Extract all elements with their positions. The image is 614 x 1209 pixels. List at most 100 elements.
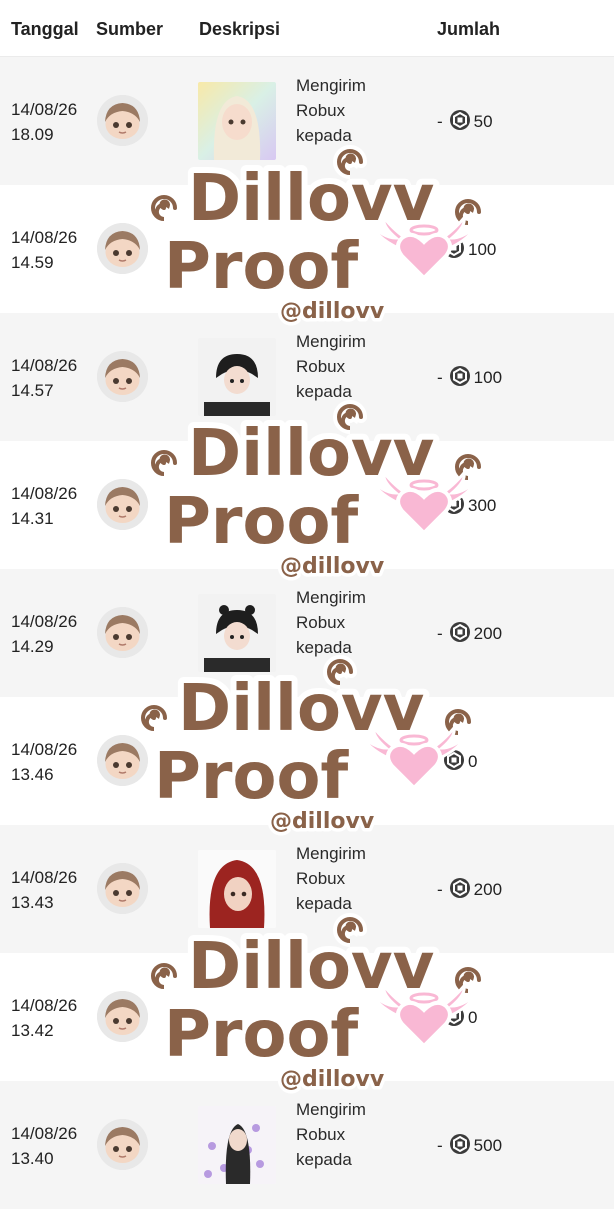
robux-icon <box>443 1005 465 1032</box>
header-amount: Jumlah <box>437 19 501 39</box>
source-avatar[interactable] <box>97 479 148 530</box>
amount-value: 500 <box>473 1136 503 1155</box>
amount-value: 200 <box>473 880 503 899</box>
description-line: Mengirim <box>296 588 366 607</box>
amount-value: 0 <box>468 1008 478 1027</box>
description-line: kepada <box>296 638 352 657</box>
row-datetime: 14/08/26 14.57 <box>11 353 77 403</box>
amount-value: 50 <box>473 112 493 131</box>
amount-value: 300 <box>468 496 497 515</box>
row-amount: 0 <box>437 749 477 775</box>
amount-sign: - <box>437 624 443 643</box>
table-row[interactable]: 14/08/26 14.59 100 <box>0 185 614 313</box>
recipient-avatar[interactable] <box>198 850 276 928</box>
amount-sign: - <box>437 1136 443 1155</box>
amount-value: 200 <box>473 624 503 643</box>
row-date: 14/08/26 <box>11 356 78 375</box>
source-avatar[interactable] <box>97 223 148 274</box>
table-row[interactable]: 14/08/26 14.57 Mengirim Robux kepada - 100 <box>0 313 614 441</box>
robux-icon <box>443 237 465 264</box>
row-time: 13.40 <box>11 1149 54 1168</box>
row-datetime: 14/08/26 13.46 <box>11 737 77 787</box>
description-line: Mengirim <box>296 844 366 863</box>
description-line: Robux <box>296 869 346 888</box>
row-description: Mengirim Robux kepada <box>296 329 366 407</box>
source-avatar[interactable] <box>97 607 148 658</box>
row-description: Mengirim Robux kepada Uih <box>296 73 366 151</box>
row-amount: - 200 <box>437 877 502 903</box>
description-line: kepada <box>296 126 352 145</box>
row-date: 14/08/26 <box>11 1124 78 1143</box>
recipient-avatar[interactable] <box>198 1106 276 1184</box>
description-line: Mengirim <box>296 332 366 351</box>
row-datetime: 14/08/26 14.29 <box>11 609 77 659</box>
table-row[interactable]: 14/08/26 13.40 Mengirim Robux kepada - 500 <box>0 1081 614 1209</box>
table-row[interactable]: 14/08/26 13.46 0 <box>0 697 614 825</box>
row-date: 14/08/26 <box>11 612 78 631</box>
description-line: Robux <box>296 1125 346 1144</box>
row-date: 14/08/26 <box>11 228 78 247</box>
source-avatar[interactable] <box>97 991 148 1042</box>
row-time: 18.09 <box>11 125 54 144</box>
row-date: 14/08/26 <box>11 484 78 503</box>
row-amount: - 200 <box>437 621 502 647</box>
table-row[interactable]: 14/08/26 13.42 0 <box>0 953 614 1081</box>
row-time: 14.57 <box>11 381 54 400</box>
row-datetime: 14/08/26 14.31 <box>11 481 77 531</box>
row-description: Mengirim Robux kepada <box>296 585 366 663</box>
row-datetime: 14/08/26 18.09 <box>11 97 77 147</box>
table-header: Tanggal Sumber Deskripsi Jumlah <box>0 0 614 57</box>
robux-icon <box>449 1133 471 1160</box>
row-time: 14.59 <box>11 253 54 272</box>
header-date: Tanggal <box>11 19 79 39</box>
row-amount: - 100 <box>437 365 502 391</box>
description-line: Mengirim <box>296 76 366 95</box>
amount-value: 100 <box>468 240 497 259</box>
description-line: Mengirim <box>296 1100 366 1119</box>
row-date: 14/08/26 <box>11 868 78 887</box>
robux-icon <box>449 621 471 648</box>
recipient-avatar[interactable] <box>198 82 276 160</box>
amount-value: 0 <box>468 752 478 771</box>
recipient-avatar[interactable] <box>198 338 276 416</box>
table-row[interactable]: 14/08/26 13.43 Mengirim Robux kepada - 200 <box>0 825 614 953</box>
row-date: 14/08/26 <box>11 100 78 119</box>
source-avatar[interactable] <box>97 1119 148 1170</box>
source-avatar[interactable] <box>97 863 148 914</box>
row-amount: 0 <box>437 1005 477 1031</box>
description-line: kepada <box>296 1150 352 1169</box>
row-date: 14/08/26 <box>11 740 78 759</box>
row-date: 14/08/26 <box>11 996 78 1015</box>
row-amount: 100 <box>437 237 496 263</box>
recipient-avatar[interactable] <box>198 594 276 672</box>
robux-icon <box>443 493 465 520</box>
robux-icon <box>449 365 471 392</box>
row-datetime: 14/08/26 14.59 <box>11 225 77 275</box>
description-line: kepada <box>296 382 352 401</box>
amount-sign: - <box>437 880 443 899</box>
description-line: Uih <box>296 148 366 151</box>
row-description: Mengirim Robux kepada <box>296 1097 366 1175</box>
row-description: Mengirim Robux kepada <box>296 841 366 919</box>
table-row[interactable]: 14/08/26 18.09 Mengirim Robux kepada Uih - 50 <box>0 57 614 185</box>
amount-sign: - <box>437 368 443 387</box>
row-datetime: 14/08/26 13.42 <box>11 993 77 1043</box>
description-line: Robux <box>296 357 346 376</box>
table-row[interactable]: 14/08/26 14.29 Mengirim Robux kepada - 200 <box>0 569 614 697</box>
robux-icon <box>449 109 471 136</box>
row-time: 13.42 <box>11 1021 54 1040</box>
row-time: 13.43 <box>11 893 54 912</box>
source-avatar[interactable] <box>97 351 148 402</box>
robux-icon <box>443 749 465 776</box>
description-line: Robux <box>296 101 346 120</box>
transaction-list: 14/08/2618.09MengirimRobuxkepadaUih-5014… <box>0 57 614 1209</box>
row-amount: - 50 <box>437 109 493 135</box>
source-avatar[interactable] <box>97 735 148 786</box>
description-line: kepada <box>296 894 352 913</box>
row-amount: - 500 <box>437 1133 502 1159</box>
table-row[interactable]: 14/08/26 14.31 300 <box>0 441 614 569</box>
source-avatar[interactable] <box>97 95 148 146</box>
row-amount: 300 <box>437 493 496 519</box>
amount-sign: - <box>437 112 443 131</box>
row-time: 13.46 <box>11 765 54 784</box>
